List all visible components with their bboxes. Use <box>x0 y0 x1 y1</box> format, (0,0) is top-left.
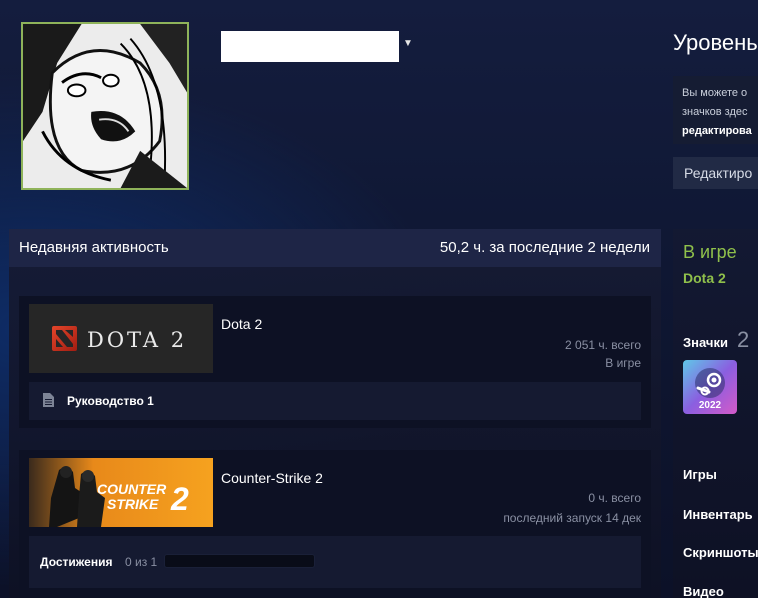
badges-count: 2 <box>737 327 750 352</box>
game-name-cs2[interactable]: Counter-Strike 2 <box>221 470 323 486</box>
svg-text:DOTA 2: DOTA 2 <box>87 328 187 352</box>
level-description: Вы можете о значков здес редактирова <box>673 76 758 144</box>
badges-link[interactable]: Значки <box>683 335 728 350</box>
in-game-name[interactable]: Dota 2 <box>683 270 726 286</box>
cs2-capsule-image[interactable]: COUNTER STRIKE 2 <box>29 458 213 527</box>
level-desc-line: значков здес <box>682 106 748 118</box>
achievements-bar <box>29 536 641 588</box>
level-title: Уровень <box>673 30 758 55</box>
sidebar-link-inventory[interactable]: Инвентарь <box>683 507 753 522</box>
game-status: В игре <box>605 356 641 370</box>
in-game-status-title: В игре <box>683 242 737 262</box>
profile-avatar[interactable] <box>21 22 189 190</box>
sidebar-link-screenshots[interactable]: Скриншоты <box>683 545 758 560</box>
dota2-capsule-image[interactable]: DOTA 2 <box>29 304 213 373</box>
game-total-hours: 2 051 ч. всего <box>565 338 641 352</box>
game-last-played: последний запуск 14 дек <box>503 511 641 525</box>
recent-activity-hours: 50,2 ч. за последние 2 недели <box>439 239 650 256</box>
steam-badge-2022[interactable]: 2022 <box>683 360 737 414</box>
sidebar-link-videos[interactable]: Видео <box>683 584 724 598</box>
svg-text:COUNTER: COUNTER <box>97 481 167 497</box>
svg-text:2: 2 <box>170 481 189 517</box>
achievements-count: 0 из 1 <box>125 555 158 569</box>
level-desc-line: Вы можете о <box>682 87 748 99</box>
steam-badge-icon: 2022 <box>683 360 737 414</box>
svg-text:2022: 2022 <box>699 400 722 411</box>
svg-text:STRIKE: STRIKE <box>107 496 159 512</box>
document-icon <box>43 393 54 407</box>
guide-link[interactable]: Руководство 1 <box>67 394 154 408</box>
recent-activity-title: Недавняя активность <box>19 239 169 256</box>
edit-profile-button[interactable]: Редактиро <box>673 157 758 189</box>
caret-down-icon[interactable]: ▼ <box>403 38 413 49</box>
achievements-progress-bar <box>164 554 315 568</box>
avatar-image <box>23 24 187 188</box>
profile-name-field[interactable] <box>221 31 399 62</box>
dota2-logo: DOTA 2 <box>29 304 213 373</box>
game-total-hours: 0 ч. всего <box>588 491 641 505</box>
sidebar-link-games[interactable]: Игры <box>683 467 717 482</box>
game-name-dota2[interactable]: Dota 2 <box>221 316 262 332</box>
achievements-label[interactable]: Достижения <box>40 555 112 569</box>
level-edit-link[interactable]: редактирова <box>682 125 752 137</box>
cs2-logo: COUNTER STRIKE 2 <box>29 458 213 527</box>
